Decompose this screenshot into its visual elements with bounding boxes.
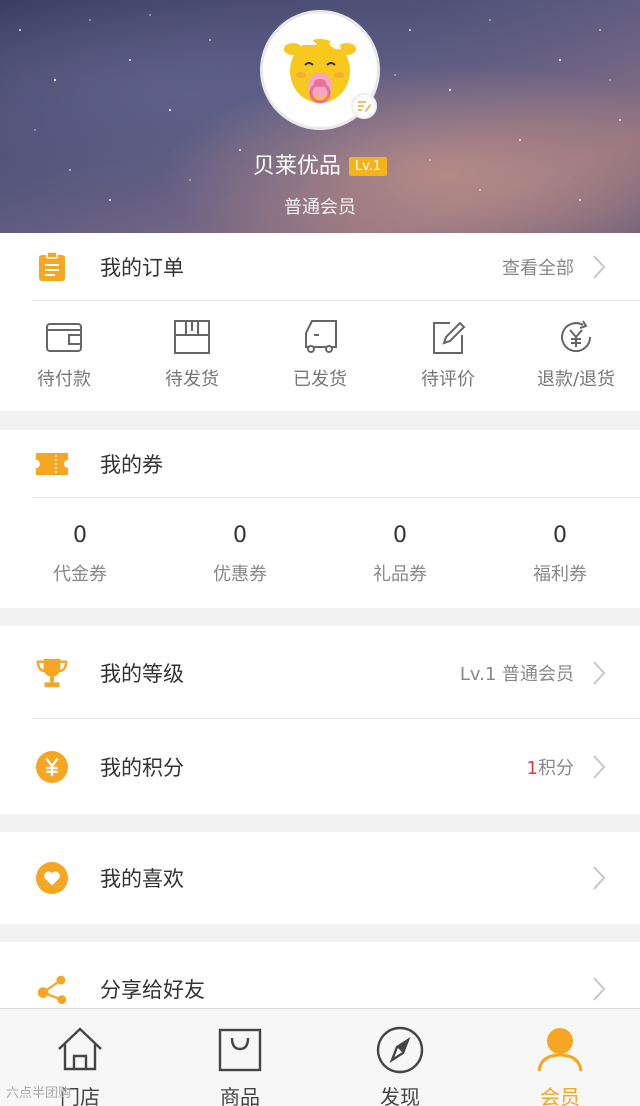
package-icon xyxy=(174,320,210,354)
share-row[interactable]: 分享给好友 xyxy=(0,942,640,1008)
view-all-link[interactable]: 查看全部 xyxy=(502,254,574,280)
coupons-card: 我的券 0 代金券 0 优惠券 0 礼品券 0 福利券 xyxy=(0,430,640,608)
chevron-right-icon xyxy=(593,661,606,685)
favorites-card: 我的喜欢 xyxy=(0,832,640,924)
order-status-label: 待付款 xyxy=(37,369,91,390)
divider xyxy=(32,300,640,301)
level-points-card: 我的等级 Lv.1 普通会员 我的积分 1积分 xyxy=(0,626,640,814)
refund-icon xyxy=(561,320,592,353)
coupon-count: 0 xyxy=(233,523,247,548)
chevron-right-icon xyxy=(593,755,606,779)
tab-products[interactable]: 商品 xyxy=(160,1009,320,1106)
level-row[interactable]: 我的等级 Lv.1 普通会员 xyxy=(0,626,640,720)
favorites-row[interactable]: 我的喜欢 xyxy=(0,832,640,924)
coupons-row[interactable]: 我的券 xyxy=(0,430,640,497)
tab-label: 会员 xyxy=(540,1085,580,1106)
share-title: 分享给好友 xyxy=(100,978,205,1002)
avatar[interactable] xyxy=(260,10,380,130)
coupon-cash[interactable]: 0 代金券 xyxy=(0,523,160,586)
level-title: 我的等级 xyxy=(100,662,184,686)
home-icon xyxy=(58,1027,102,1071)
tab-label: 发现 xyxy=(380,1085,420,1106)
coupon-label: 礼品券 xyxy=(373,564,427,585)
heart-icon xyxy=(36,862,68,894)
tab-label: 商品 xyxy=(220,1085,260,1106)
divider xyxy=(32,497,640,498)
coupon-gift[interactable]: 0 礼品券 xyxy=(320,523,480,586)
order-status-label: 待评价 xyxy=(421,369,475,390)
coupon-count: 0 xyxy=(553,523,567,548)
order-status-refund[interactable]: 退款/退货 xyxy=(512,317,640,391)
orders-title: 我的订单 xyxy=(100,255,184,280)
orders-card: 我的订单 查看全部 待付款 待发货 已发货 待评价 退款/退货 xyxy=(0,233,640,411)
yen-coin-icon xyxy=(36,751,68,783)
points-value: 1积分 xyxy=(527,754,574,780)
order-status-label: 退款/退货 xyxy=(536,369,616,390)
coupon-count: 0 xyxy=(393,523,407,548)
order-status-label: 待发货 xyxy=(165,369,219,390)
wallet-icon xyxy=(46,323,82,352)
edit-profile-icon[interactable] xyxy=(351,93,377,119)
bag-icon xyxy=(218,1028,262,1072)
share-card: 分享给好友 xyxy=(0,942,640,1008)
truck-icon xyxy=(305,320,337,353)
compass-icon xyxy=(376,1026,424,1074)
chevron-right-icon xyxy=(593,866,606,890)
trophy-icon xyxy=(36,657,68,689)
tab-member[interactable]: 会员 xyxy=(480,1009,640,1106)
points-row[interactable]: 我的积分 1积分 xyxy=(0,720,640,814)
watermark: 六点半团购 xyxy=(6,1086,72,1101)
coupon-count: 0 xyxy=(73,523,87,548)
username-text: 贝莱优品 xyxy=(252,154,341,179)
order-status-label: 已发货 xyxy=(293,369,347,390)
coupons-title: 我的券 xyxy=(100,452,163,477)
edit-icon xyxy=(433,321,466,354)
user-icon xyxy=(537,1028,583,1072)
points-unit: 积分 xyxy=(538,758,574,779)
level-value: Lv.1 普通会员 xyxy=(459,664,574,685)
coupon-label: 优惠券 xyxy=(213,564,267,585)
order-status-pending-shipment[interactable]: 待发货 xyxy=(128,317,256,391)
level-badge: Lv.1 xyxy=(348,157,388,176)
username: 贝莱优品 Lv.1 xyxy=(0,148,640,180)
coupon-label: 代金券 xyxy=(53,564,107,585)
clipboard-icon xyxy=(36,251,68,283)
profile-header: 贝莱优品 Lv.1 普通会员 xyxy=(0,0,640,233)
orders-row[interactable]: 我的订单 查看全部 xyxy=(0,233,640,300)
order-status-grid: 待付款 待发货 已发货 待评价 退款/退货 xyxy=(0,317,640,391)
points-title: 我的积分 xyxy=(100,756,184,780)
bottom-tab-bar: 门店 商品 发现 会员 xyxy=(0,1008,640,1106)
coupon-discount[interactable]: 0 优惠券 xyxy=(160,523,320,586)
coupon-label: 福利券 xyxy=(533,564,587,585)
chevron-right-icon xyxy=(593,977,606,1001)
tab-discover[interactable]: 发现 xyxy=(320,1009,480,1106)
order-status-pending-payment[interactable]: 待付款 xyxy=(0,317,128,391)
points-count: 1 xyxy=(526,758,538,779)
member-type: 普通会员 xyxy=(284,197,356,218)
share-icon xyxy=(36,973,68,1005)
ticket-icon xyxy=(36,448,68,480)
divider xyxy=(32,718,640,719)
chevron-right-icon xyxy=(593,254,606,279)
order-status-shipped[interactable]: 已发货 xyxy=(256,317,384,391)
coupon-grid: 0 代金券 0 优惠券 0 礼品券 0 福利券 xyxy=(0,523,640,586)
favorites-title: 我的喜欢 xyxy=(100,867,184,891)
order-status-to-review[interactable]: 待评价 xyxy=(384,317,512,391)
coupon-welfare[interactable]: 0 福利券 xyxy=(480,523,640,586)
